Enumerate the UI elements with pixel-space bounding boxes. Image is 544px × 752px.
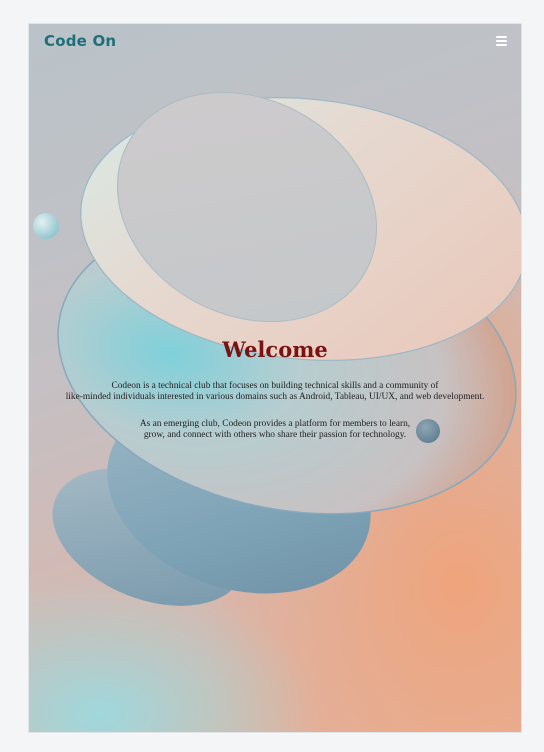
paragraph-line: Codeon is a technical club that focuses … xyxy=(111,381,439,391)
site-logo[interactable]: Code On xyxy=(44,32,116,50)
hero-intro-paragraph: Codeon is a technical club that focuses … xyxy=(51,381,499,402)
paragraph-line: like-minded individuals interested in va… xyxy=(65,391,485,402)
hero-title: Welcome xyxy=(222,337,328,362)
hero-3d-discs-illustration xyxy=(33,92,521,606)
hamburger-menu-icon[interactable] xyxy=(496,36,507,46)
menu-bar xyxy=(496,44,507,46)
menu-bar xyxy=(496,40,507,42)
paragraph-line: grow, and connect with others who share … xyxy=(143,429,407,440)
page-frame: Code On Welcome Codeon is a technical cl… xyxy=(29,24,521,732)
paragraph-line: As an emerging club, Codeon provides a p… xyxy=(139,419,411,429)
menu-bar xyxy=(496,36,507,38)
hero-mission-paragraph: As an emerging club, Codeon provides a p… xyxy=(51,419,499,440)
left-sphere-shape xyxy=(33,213,59,239)
